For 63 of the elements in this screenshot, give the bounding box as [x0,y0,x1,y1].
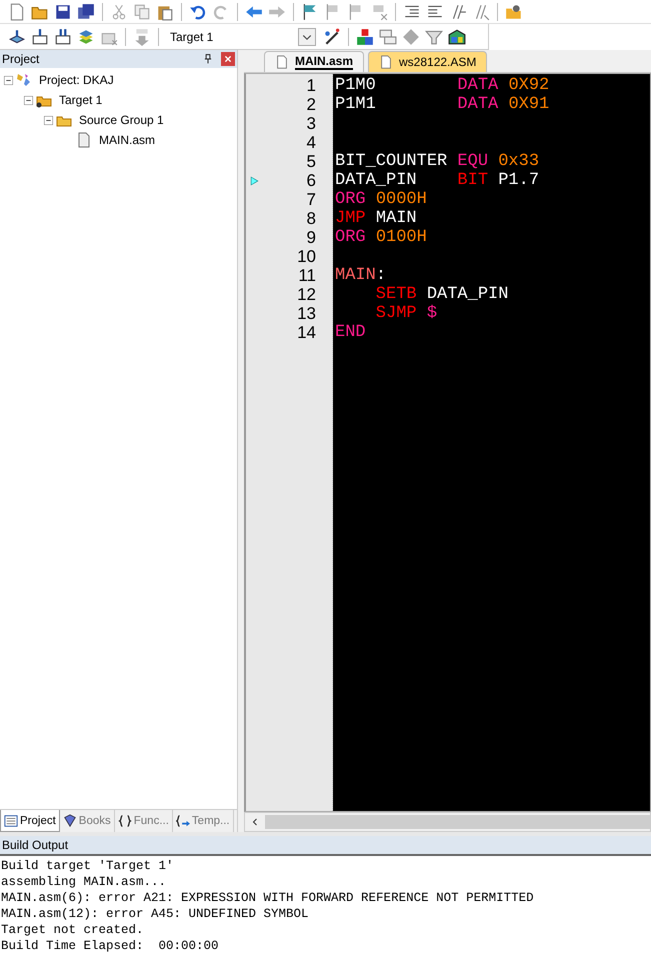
line-number: 10 [297,247,316,266]
code-editor[interactable]: 1 2 3 4 5 6 7 8 9 10 11 12 13 14 P1M0 DATA 0X92 P1M1 DATA 0X91 BIT_COUNTER EQU 0x33 DATA_PIN BIT P1.7 ORG 0000H JMP MAIN ORG 0100H MAIN: SETB DATA_PIN SJMP $ END [244,73,651,812]
line-number: 9 [306,228,316,247]
list-icon [4,814,18,828]
output-line: Build target 'Target 1' [1,858,175,874]
code-line: DATA_PIN BIT P1.7 [335,171,540,190]
code-line: BIT_COUNTER EQU 0x33 [335,152,540,171]
collapse-icon[interactable] [4,76,13,84]
output-line: MAIN.asm(12): error A45: UNDEFINED SYMBOL [1,906,310,922]
scroll-left-icon[interactable] [251,817,259,827]
code-line: ORG 0000H [335,190,427,209]
magic-wand-icon[interactable] [323,28,341,46]
file-tab[interactable]: MAIN.asm [264,51,364,72]
tree-item[interactable]: Source Group 1 [79,113,164,127]
collapse-icon[interactable] [24,96,33,104]
line-number: 11 [298,266,316,285]
output-line: Target not created. [1,922,145,938]
file-icon [379,54,394,70]
line-number: 6 [306,171,316,190]
panel-tab[interactable]: Func... [114,810,173,832]
blocks-icon[interactable] [356,28,374,46]
windows-icon[interactable] [379,28,397,46]
file-tab[interactable]: ws28122.ASM [368,51,488,72]
panel-title: Build Output [2,838,68,852]
horizontal-scrollbar[interactable] [244,812,651,832]
code-line: SETB DATA_PIN [374,285,508,304]
line-number: 2 [306,95,316,114]
output-line: assembling MAIN.asm... [1,874,168,890]
code-line: ORG 0100H [335,228,427,247]
code-line: SJMP $ [374,304,438,323]
file-icon [275,54,289,70]
line-number: 3 [306,114,316,133]
line-number: 5 [306,152,316,171]
tree-item[interactable]: MAIN.asm [99,133,156,147]
line-number: 14 [297,323,316,342]
save-icon[interactable] [54,2,72,20]
code-line: END [335,323,366,342]
output-line: MAIN.asm(6): error A21: EXPRESSION WITH FORWARD REFERENCE NOT PERMITTED [1,890,535,906]
file-icon [76,132,92,148]
tree-item[interactable]: Project: DKAJ [39,73,114,87]
tree-item[interactable]: Target 1 [59,93,102,107]
line-number: 4 [306,133,316,152]
line-number: 12 [297,285,316,304]
output-line: Build Time Elapsed: 00:00:00 [1,938,220,954]
code-line: MAIN: [335,266,386,285]
code-line: P1M1 DATA 0X91 [335,95,550,114]
panel-tab[interactable]: Books [60,810,115,832]
line-number: 1 [306,76,316,95]
find-folder-icon[interactable] [505,2,523,20]
pin-icon[interactable] [203,54,213,64]
save-all-icon[interactable] [77,2,95,20]
braces-icon [118,814,132,828]
collapse-icon[interactable] [44,116,53,124]
panel-title: Project [2,52,40,66]
panel-tab[interactable]: Temp... [172,810,234,832]
code-line: P1M0 DATA 0X92 [335,76,550,95]
code-line: JMP MAIN [335,209,417,228]
panel-tab[interactable]: Project [0,810,60,832]
line-number: 8 [306,209,316,228]
line-number: 13 [297,304,316,323]
new-file-icon[interactable] [8,2,26,20]
line-number: 7 [306,190,316,209]
close-icon[interactable] [221,52,235,66]
